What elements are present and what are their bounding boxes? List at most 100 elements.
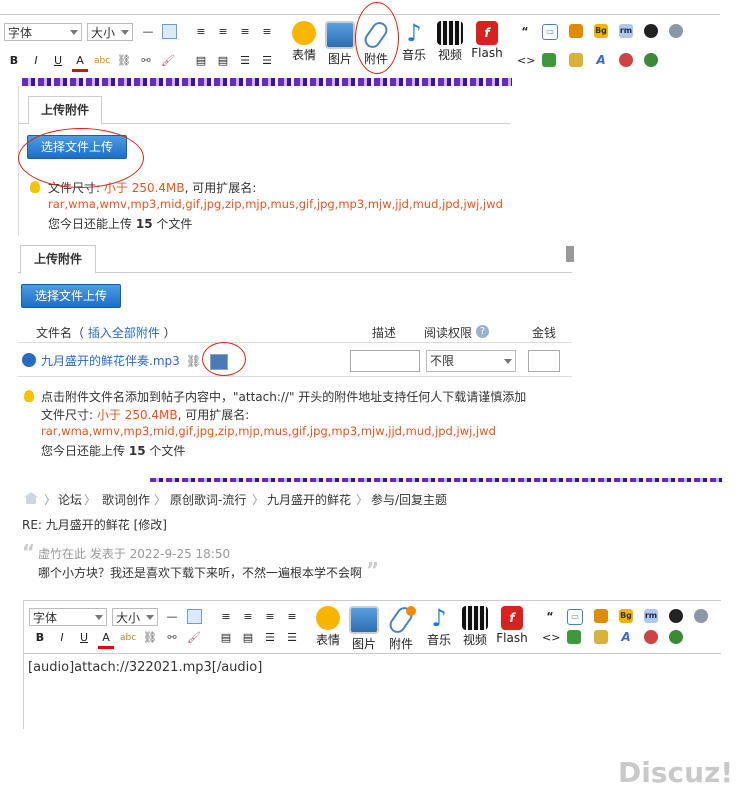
- align-justify-icon[interactable]: ≡: [262, 609, 278, 625]
- italic-button[interactable]: I: [54, 630, 70, 646]
- image-button[interactable]: 图片: [347, 606, 381, 652]
- unlink-icon[interactable]: ⚯: [164, 630, 180, 646]
- smiley-button[interactable]: 表情: [287, 21, 321, 63]
- unordered-list-icon[interactable]: ☰: [259, 53, 275, 69]
- music-button[interactable]: ♪ 音乐: [422, 606, 456, 648]
- breadcrumb-forum[interactable]: 论坛: [58, 491, 82, 508]
- brush-icon[interactable]: 🖌: [160, 53, 176, 69]
- video-button[interactable]: 视频: [433, 21, 467, 63]
- ordered-list-icon[interactable]: ☰: [262, 630, 278, 646]
- price-input[interactable]: [528, 350, 560, 372]
- background-icon[interactable]: Bg: [594, 24, 608, 38]
- key-icon[interactable]: [594, 630, 608, 644]
- flash-button[interactable]: f Flash: [495, 606, 529, 645]
- upload-panel-2: 上传附件 选择文件上传 文件名（ 插入全部附件 ） 描述 阅读权限 ? 金钱 九…: [0, 238, 580, 468]
- link-icon[interactable]: ⛓: [186, 354, 201, 368]
- source-code-icon[interactable]: <>: [517, 53, 535, 69]
- background-icon[interactable]: Bg: [619, 609, 633, 623]
- audio-play-icon[interactable]: [669, 630, 683, 644]
- font-family-select[interactable]: 字体: [4, 23, 82, 41]
- media-icon[interactable]: [619, 53, 633, 67]
- align-right-icon[interactable]: ≡: [284, 609, 300, 625]
- permission-select[interactable]: 不限: [426, 350, 516, 372]
- align-center-icon[interactable]: ≡: [240, 609, 256, 625]
- code-block-icon[interactable]: ▭: [567, 609, 583, 625]
- link-icon[interactable]: ⛓: [142, 630, 158, 646]
- float-left-icon[interactable]: ▤: [218, 630, 234, 646]
- align-justify-icon[interactable]: ≡: [237, 24, 253, 40]
- font-style-icon[interactable]: A: [619, 630, 633, 644]
- chevron-down-icon: [504, 359, 512, 364]
- float-right-icon[interactable]: ▤: [215, 53, 231, 69]
- code-block-icon[interactable]: ▭: [542, 24, 558, 40]
- key-icon[interactable]: [569, 53, 583, 67]
- breadcrumb-thread[interactable]: 九月盛开的鲜花: [267, 491, 351, 508]
- spellcheck-icon[interactable]: abc: [120, 630, 136, 646]
- download-box-icon[interactable]: [542, 53, 556, 67]
- bold-button[interactable]: B: [6, 53, 22, 69]
- chevron-right-icon: 〉: [154, 493, 167, 507]
- brush-icon[interactable]: 🖌: [186, 630, 202, 646]
- insert-all-link[interactable]: 插入全部附件: [88, 326, 160, 340]
- font-color-button[interactable]: A: [72, 53, 88, 72]
- spellcheck-icon[interactable]: abc: [94, 53, 110, 69]
- clock-icon[interactable]: [694, 609, 708, 623]
- horizontal-rule-button[interactable]: —: [140, 24, 156, 40]
- editor-content-area[interactable]: [audio]attach://322021.mp3[/audio]: [24, 654, 721, 729]
- audio-play-icon[interactable]: [644, 53, 658, 67]
- underline-button[interactable]: U: [76, 630, 92, 646]
- select-file-upload-button-2[interactable]: 选择文件上传: [21, 284, 121, 308]
- breadcrumb-lyrics[interactable]: 歌词创作: [102, 491, 150, 508]
- table-button[interactable]: [162, 24, 177, 39]
- quote-icon[interactable]: “: [517, 24, 533, 40]
- font-size-select[interactable]: 大小: [87, 23, 133, 41]
- upload-tab-2[interactable]: 上传附件: [20, 245, 96, 274]
- chevron-down-icon: [95, 615, 103, 620]
- ordered-list-icon[interactable]: ☰: [237, 53, 253, 69]
- rm-media-icon[interactable]: rm: [644, 609, 658, 623]
- home-icon[interactable]: [24, 492, 38, 504]
- table-button[interactable]: [187, 609, 202, 624]
- frame-icon[interactable]: [569, 24, 583, 38]
- download-box-icon[interactable]: [567, 630, 581, 644]
- horizontal-rule-button[interactable]: —: [164, 609, 180, 625]
- float-right-icon[interactable]: ▤: [240, 630, 256, 646]
- align-left-icon[interactable]: ≡: [193, 24, 209, 40]
- underline-button[interactable]: U: [50, 53, 66, 69]
- media-icon[interactable]: [644, 630, 658, 644]
- description-input[interactable]: [350, 350, 420, 372]
- align-left-icon[interactable]: ≡: [218, 609, 234, 625]
- image-button[interactable]: 图片: [323, 21, 357, 67]
- upload-tab-1[interactable]: 上传附件: [28, 96, 102, 125]
- music-button[interactable]: ♪ 音乐: [397, 21, 431, 63]
- font-family-select[interactable]: 字体: [29, 608, 107, 626]
- breadcrumb-original-pop[interactable]: 原创歌词-流行: [170, 491, 246, 508]
- remaining-count: 15: [128, 444, 146, 458]
- font-size-select[interactable]: 大小: [112, 608, 158, 626]
- flash-button[interactable]: f Flash: [470, 21, 504, 60]
- align-center-icon[interactable]: ≡: [215, 24, 231, 40]
- link-icon[interactable]: ⛓: [116, 53, 132, 69]
- rm-media-icon[interactable]: rm: [619, 24, 633, 38]
- float-left-icon[interactable]: ▤: [193, 53, 209, 69]
- smiley-button[interactable]: 表情: [311, 606, 345, 648]
- video-button[interactable]: 视频: [458, 606, 492, 648]
- attachment-filename-link[interactable]: 九月盛开的鲜花伴奏.mp3: [41, 352, 180, 369]
- font-style-icon[interactable]: A: [594, 53, 608, 67]
- quote-icon[interactable]: “: [542, 609, 558, 625]
- align-right-icon[interactable]: ≡: [259, 24, 275, 40]
- qq-icon[interactable]: [669, 609, 683, 623]
- clock-icon[interactable]: [669, 24, 683, 38]
- extension-list-2: rar,wma,wmv,mp3,mid,gif,jpg,zip,mjp,mus,…: [41, 424, 496, 438]
- panel-collapse-handle[interactable]: [566, 246, 574, 262]
- unordered-list-icon[interactable]: ☰: [284, 630, 300, 646]
- font-color-button[interactable]: A: [98, 630, 114, 649]
- source-code-icon[interactable]: <>: [542, 630, 560, 646]
- bold-button[interactable]: B: [32, 630, 48, 646]
- help-icon[interactable]: ?: [476, 325, 489, 338]
- italic-button[interactable]: I: [28, 53, 44, 69]
- attachment-button[interactable]: 附件: [384, 603, 418, 652]
- unlink-icon[interactable]: ⚯: [138, 53, 154, 69]
- qq-icon[interactable]: [644, 24, 658, 38]
- frame-icon[interactable]: [594, 609, 608, 623]
